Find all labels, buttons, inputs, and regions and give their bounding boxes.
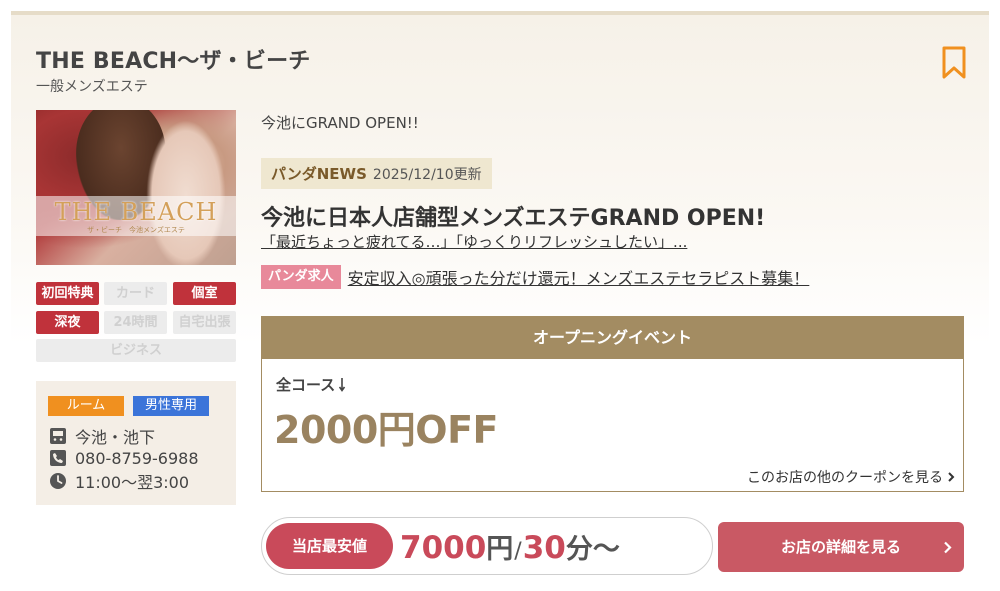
room-badge: ルーム xyxy=(48,396,124,416)
news-link[interactable]: 「最近ちょっと疲れてる…」「ゆっくりリフレッシュしたい」... xyxy=(261,231,687,252)
other-coupons-link[interactable]: このお店の他のクーポンを見る xyxy=(747,467,955,487)
job-row: パンダ求人 安定収入◎頑張った分だけ還元！メンズエステセラピスト募集！ xyxy=(261,265,809,289)
photo-figure xyxy=(146,120,226,265)
lowest-price-box: 当店最安値 7000 円 / 30 分〜 xyxy=(261,517,713,575)
shop-detail-label: お店の詳細を見る xyxy=(780,538,901,556)
shop-card: THE BEACH〜ザ・ビーチ 一般メンズエステ THE BEACH ザ・ビーチ… xyxy=(11,11,989,591)
lowest-price-value: 7000 円 / 30 分〜 xyxy=(400,527,620,566)
price-amount: 7000 xyxy=(400,530,487,566)
shop-info-box: ルーム 男性専用 今池・池下 080-8759-6988 11:00〜翌3:00 xyxy=(36,381,236,505)
tag-first-time: 初回特典 xyxy=(36,282,99,305)
station-text: 今池・池下 xyxy=(75,428,156,447)
price-minutes: 30 xyxy=(522,530,566,566)
tag-24h: 24時間 xyxy=(104,311,167,334)
photo-logo: THE BEACH xyxy=(54,198,218,226)
tag-business: ビジネス xyxy=(36,339,236,362)
bookmark-icon[interactable] xyxy=(939,45,969,81)
tag-home-visit: 自宅出張 xyxy=(173,311,236,334)
news-date: 2025/12/10更新 xyxy=(372,166,482,183)
catch-copy: 今池にGRAND OPEN!! xyxy=(261,114,419,132)
phone-icon xyxy=(50,450,66,466)
shop-name[interactable]: THE BEACH〜ザ・ビーチ xyxy=(36,43,311,75)
arrow-down-icon xyxy=(339,377,346,392)
price-yen: 円 xyxy=(486,534,514,565)
photo-logo-sub: ザ・ビーチ 今池メンズエステ xyxy=(87,226,185,234)
tag-late-night: 深夜 xyxy=(36,311,99,334)
tag-card: カード xyxy=(104,282,167,305)
news-header: パンダNEWS 2025/12/10更新 xyxy=(261,158,492,189)
news-label: パンダNEWS xyxy=(271,165,367,183)
price-slash: / xyxy=(514,539,522,564)
job-label: パンダ求人 xyxy=(261,265,341,289)
chevron-right-icon xyxy=(944,541,952,554)
phone-row[interactable]: 080-8759-6988 xyxy=(49,447,199,469)
phone-text[interactable]: 080-8759-6988 xyxy=(75,449,199,468)
lowest-price-label: 当店最安値 xyxy=(266,523,393,569)
coupon-amount: 2000円OFF xyxy=(274,408,498,452)
other-coupons-text[interactable]: このお店の他のクーポンを見る xyxy=(747,467,943,487)
station-row: 今池・池下 xyxy=(49,425,155,447)
chevron-right-icon xyxy=(948,472,955,482)
coupon-course-text: 全コース xyxy=(276,376,336,394)
coupon-course: 全コース xyxy=(276,374,350,395)
shop-detail-button[interactable]: お店の詳細を見る xyxy=(718,522,964,572)
male-only-badge: 男性専用 xyxy=(133,396,209,416)
hours-row: 11:00〜翌3:00 xyxy=(49,470,189,492)
shop-genre: 一般メンズエステ xyxy=(36,79,148,95)
price-minutes-unit: 分〜 xyxy=(565,534,620,565)
tag-private-room: 個室 xyxy=(173,282,236,305)
shop-photo[interactable]: THE BEACH ザ・ビーチ 今池メンズエステ xyxy=(36,110,236,265)
job-link[interactable]: 安定収入◎頑張った分だけ還元！メンズエステセラピスト募集！ xyxy=(348,265,810,289)
coupon-box[interactable]: オープニングイベント 全コース 2000円OFF このお店の他のクーポンを見る xyxy=(261,316,964,492)
clock-icon xyxy=(50,473,66,489)
coupon-header: オープニングイベント xyxy=(262,317,963,359)
hours-text: 11:00〜翌3:00 xyxy=(75,473,190,492)
train-icon xyxy=(50,428,66,444)
news-title[interactable]: 今池に日本人店舗型メンズエステGRAND OPEN! xyxy=(261,200,765,232)
